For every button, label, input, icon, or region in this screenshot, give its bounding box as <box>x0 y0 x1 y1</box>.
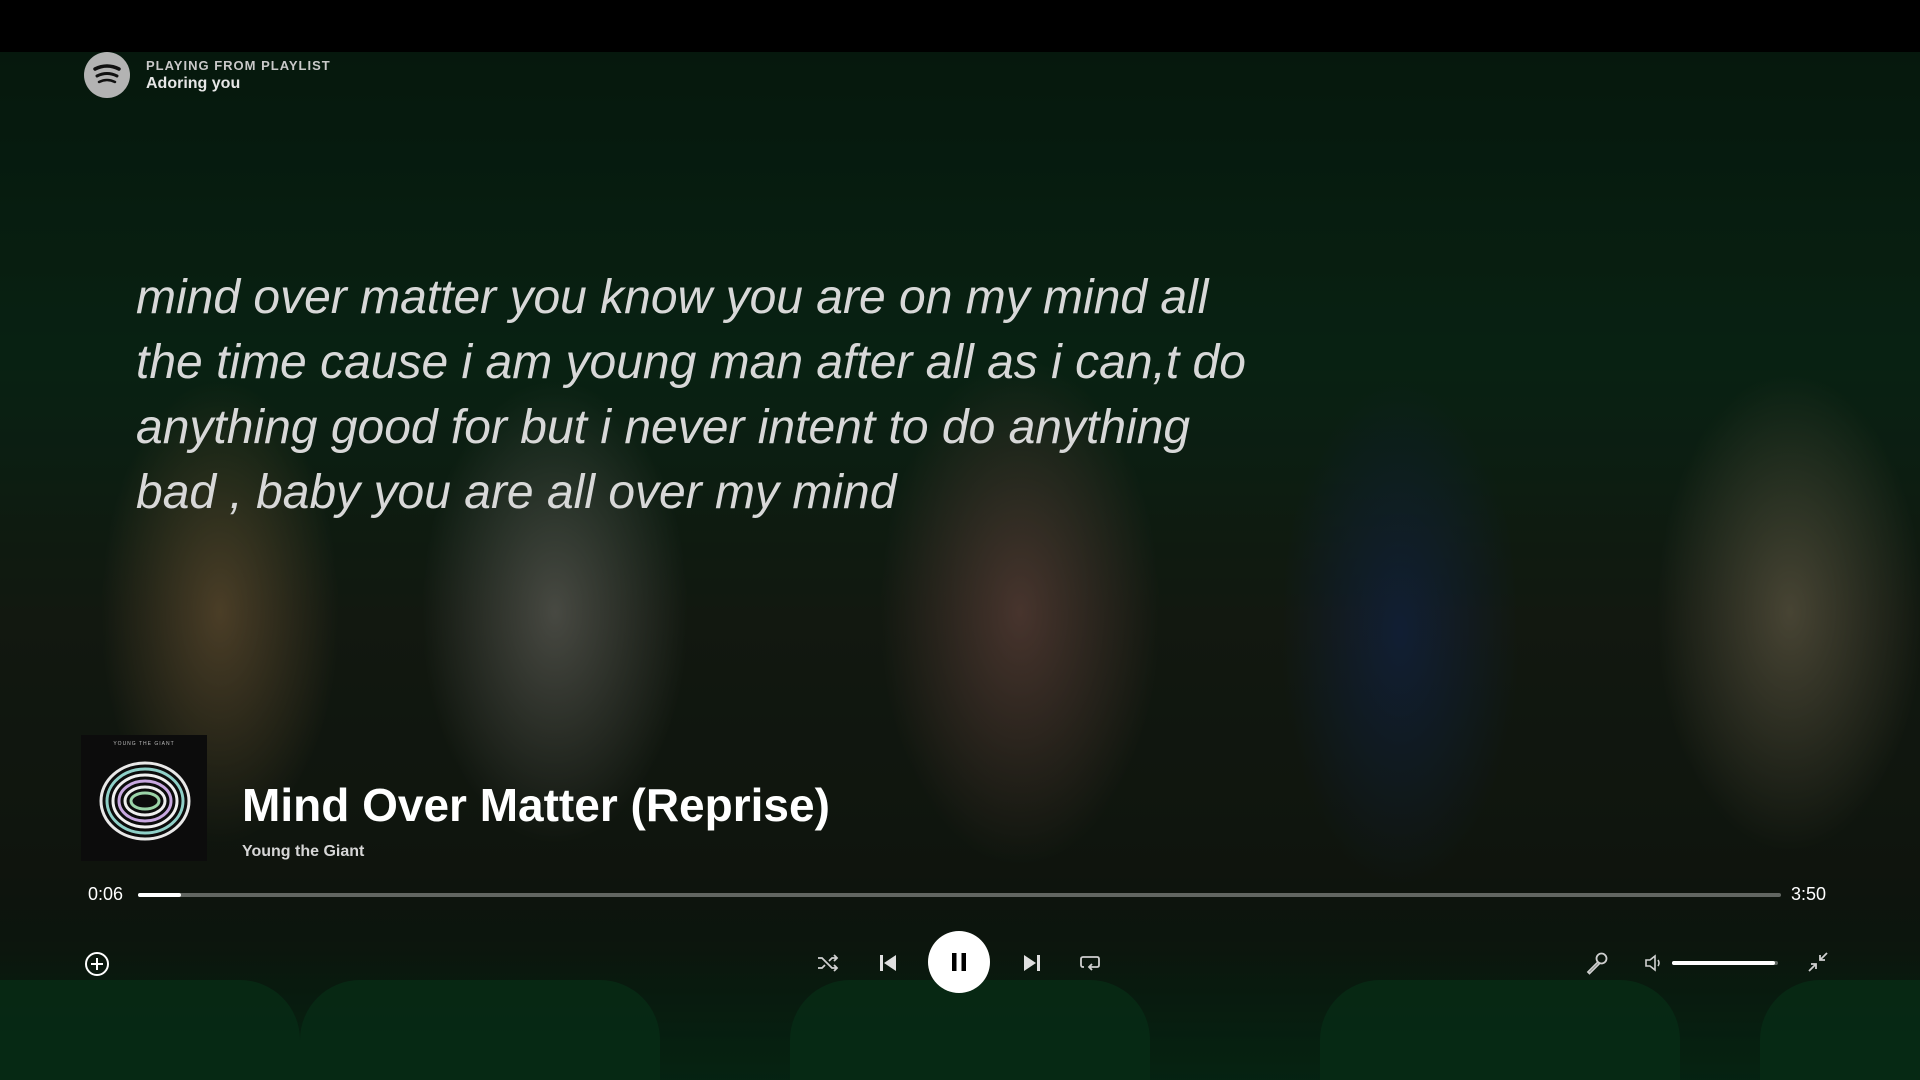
track-title[interactable]: Mind Over Matter (Reprise) <box>242 778 830 832</box>
fullscreen-player: PLAYING FROM PLAYLIST Adoring you mind o… <box>0 0 1920 1080</box>
track-artist[interactable]: Young the Giant <box>242 843 364 861</box>
album-art[interactable]: YOUNG THE GIANT <box>81 735 207 861</box>
add-circle-icon[interactable] <box>84 951 110 977</box>
progress-bar[interactable] <box>138 893 1781 897</box>
spotify-logo-icon[interactable] <box>84 52 130 98</box>
repeat-icon[interactable] <box>1078 952 1102 974</box>
volume-icon[interactable] <box>1644 952 1666 974</box>
lyrics-line: mind over matter you know you are on my … <box>136 271 1209 324</box>
playing-from-label: PLAYING FROM PLAYLIST <box>146 57 331 73</box>
album-art-pattern <box>99 761 191 841</box>
volume-fill <box>1672 961 1775 965</box>
dim-overlay <box>0 52 1920 1080</box>
playing-context-text: PLAYING FROM PLAYLIST Adoring you <box>146 58 331 93</box>
lyrics-block: mind over matter you know you are on my … <box>136 265 1316 525</box>
lyrics-line: anything good for but i never intent to … <box>136 401 1191 454</box>
minimize-icon[interactable] <box>1806 950 1830 974</box>
skip-previous-icon[interactable] <box>877 951 899 975</box>
album-art-caption: YOUNG THE GIANT <box>113 741 175 747</box>
lyrics-line: the time cause i am young man after all … <box>136 336 1246 389</box>
volume-slider[interactable] <box>1672 961 1778 965</box>
skip-next-icon[interactable] <box>1021 951 1043 975</box>
pause-icon <box>952 953 966 971</box>
progress-fill <box>138 893 181 897</box>
elapsed-time: 0:06 <box>88 884 124 904</box>
top-black-bar <box>0 0 1920 52</box>
shuffle-icon[interactable] <box>816 952 840 974</box>
playing-context-header: PLAYING FROM PLAYLIST Adoring you <box>84 52 331 98</box>
microphone-icon[interactable] <box>1584 950 1610 976</box>
lyrics-line: bad , baby you are all over my mind <box>136 466 897 519</box>
playlist-name-link[interactable]: Adoring you <box>146 75 331 93</box>
total-time: 3:50 <box>1791 884 1827 904</box>
pause-button[interactable] <box>928 931 990 993</box>
